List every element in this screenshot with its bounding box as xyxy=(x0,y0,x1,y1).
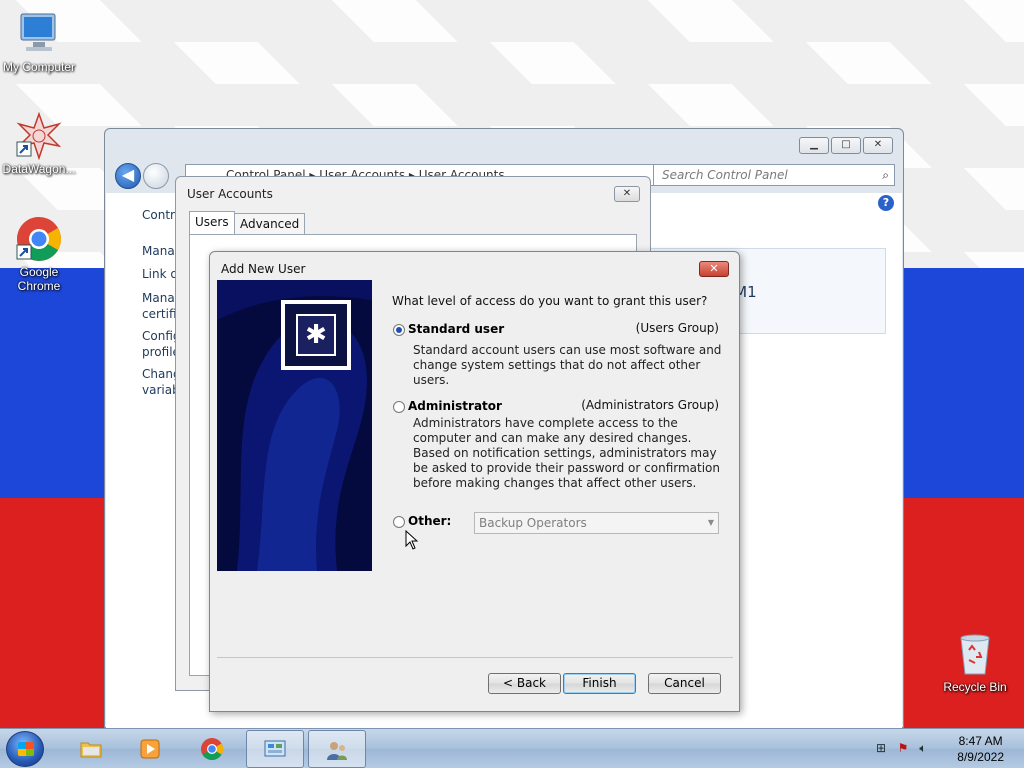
minimize-button[interactable]: ▁ xyxy=(799,137,829,154)
chrome-icon xyxy=(15,215,63,263)
tab-advanced[interactable]: Advanced xyxy=(234,213,306,235)
taskbar-media-player[interactable] xyxy=(121,730,179,768)
close-button[interactable]: ✕ xyxy=(699,261,729,277)
close-button[interactable]: ✕ xyxy=(863,137,893,154)
action-center-icon[interactable]: ⚑ xyxy=(896,741,910,755)
window-controls: ▁ □ ✕ xyxy=(799,137,893,154)
standard-user-description: Standard account users can use most soft… xyxy=(413,343,722,387)
desktop-icon-label: Recycle Bin xyxy=(943,680,1007,694)
search-input[interactable]: Search Control Panel ⌕ xyxy=(653,164,895,186)
system-tray: ⊞ ⚑ 🔈︎ 8:47 AM 8/9/2022 xyxy=(854,729,1024,768)
users-icon xyxy=(327,742,347,760)
taskbar-user-accounts[interactable] xyxy=(308,730,366,768)
add-new-user-dialog: Add New User ✕ ✱ What level of access do… xyxy=(209,251,740,712)
taskbar: ⊞ ⚑ 🔈︎ 8:47 AM 8/9/2022 xyxy=(0,728,1024,768)
help-icon[interactable]: ? xyxy=(878,195,894,211)
other-radio[interactable] xyxy=(393,516,405,528)
cancel-button[interactable]: Cancel xyxy=(648,673,721,694)
forward-arrow-icon[interactable] xyxy=(143,163,169,189)
clock-date: 8/9/2022 xyxy=(957,750,1004,764)
volume-icon[interactable]: 🔈︎ xyxy=(916,741,930,755)
back-button[interactable]: < Back xyxy=(488,673,561,694)
administrator-radio[interactable] xyxy=(393,401,405,413)
administrator-group: (Administrators Group) xyxy=(581,398,719,412)
maximize-button[interactable]: □ xyxy=(831,137,861,154)
chrome-icon xyxy=(201,738,223,760)
other-label[interactable]: Other: xyxy=(408,514,451,528)
desktop-icon-my-computer[interactable]: My Computer xyxy=(0,10,78,74)
search-icon: ⌕ xyxy=(882,168,889,182)
taskbar-chrome[interactable] xyxy=(183,730,241,768)
clock[interactable]: 8:47 AM 8/9/2022 xyxy=(957,733,1004,765)
standard-user-label[interactable]: Standard user xyxy=(408,322,504,336)
recycle-bin-icon xyxy=(951,630,999,678)
desktop-icon-datawagon[interactable]: DataWagon... xyxy=(0,111,78,176)
dialog-title: Add New User xyxy=(221,262,306,276)
desktop-icon-label: Google Chrome xyxy=(17,265,61,293)
start-button[interactable] xyxy=(6,731,44,767)
task-link[interactable]: Link o xyxy=(142,266,178,282)
tab-users[interactable]: Users xyxy=(189,211,235,236)
back-arrow-icon[interactable]: ◀ xyxy=(115,163,141,189)
administrator-label[interactable]: Administrator xyxy=(408,399,502,413)
standard-user-group: (Users Group) xyxy=(635,321,719,335)
access-level-question: What level of access do you want to gran… xyxy=(392,294,708,308)
user-key-icon: ✱ xyxy=(281,300,351,370)
folder-icon xyxy=(80,742,102,758)
taskbar-control-panel[interactable] xyxy=(246,730,304,768)
windows-logo-icon xyxy=(18,742,34,756)
taskbar-explorer[interactable] xyxy=(62,730,120,768)
clock-time: 8:47 AM xyxy=(958,734,1003,748)
close-button[interactable]: ✕ xyxy=(614,186,640,202)
dialog-title: User Accounts xyxy=(187,187,273,201)
desktop-icon-label: My Computer xyxy=(2,60,76,74)
chevron-down-icon: ▼ xyxy=(707,518,714,527)
finish-button[interactable]: Finish xyxy=(563,673,636,694)
other-group-value: Backup Operators xyxy=(479,516,587,530)
desktop-icon-google-chrome[interactable]: Google Chrome xyxy=(0,215,78,293)
desktop-icon-recycle-bin[interactable]: Recycle Bin xyxy=(936,630,1014,694)
desktop-icon-label: DataWagon... xyxy=(2,162,76,176)
wizard-banner-image: ✱ xyxy=(217,280,372,571)
datawagon-star-icon xyxy=(15,111,63,161)
administrator-description: Administrators have complete access to t… xyxy=(413,416,721,490)
computer-icon xyxy=(15,10,63,58)
network-icon[interactable]: ⊞ xyxy=(874,741,888,755)
button-separator xyxy=(217,657,733,658)
mouse-cursor-icon xyxy=(405,529,419,550)
other-group-dropdown[interactable]: Backup Operators ▼ xyxy=(474,512,719,534)
media-player-icon xyxy=(140,739,160,759)
standard-user-radio[interactable] xyxy=(393,324,405,336)
control-panel-icon xyxy=(264,740,286,757)
search-placeholder: Search Control Panel xyxy=(662,168,788,182)
